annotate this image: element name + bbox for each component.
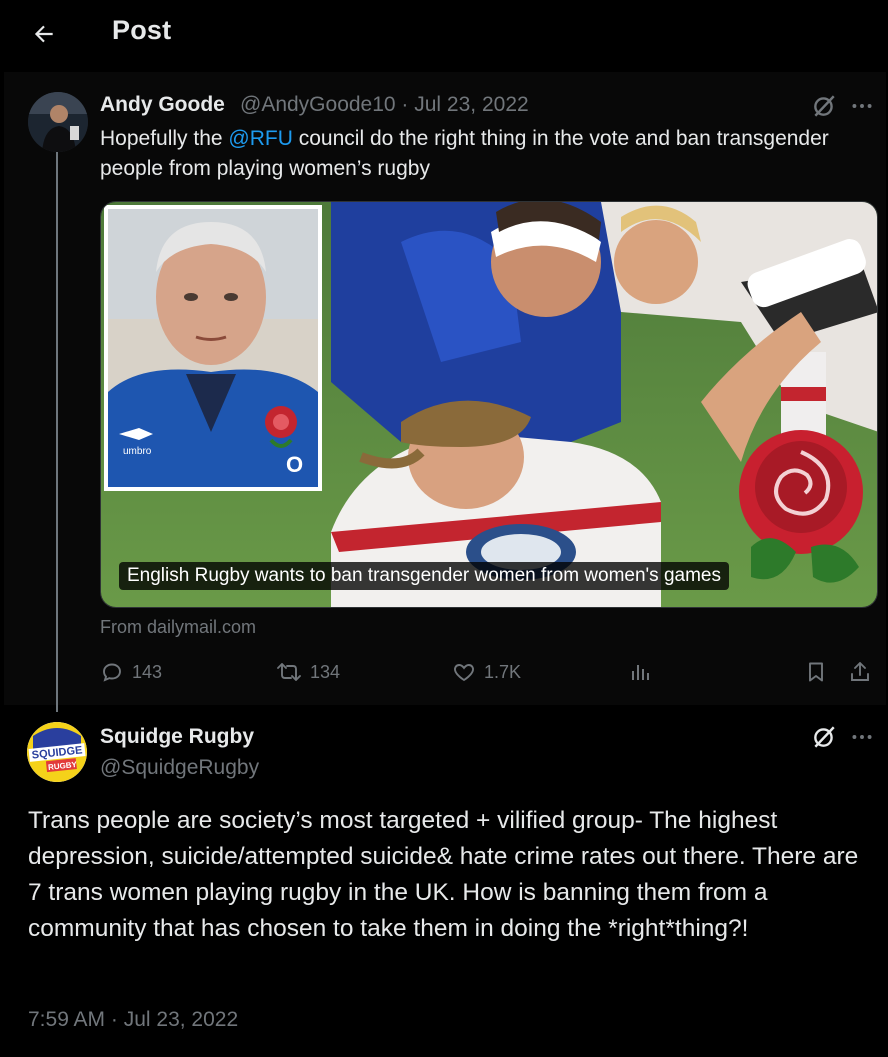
card-source[interactable]: From dailymail.com xyxy=(100,617,256,638)
share-icon xyxy=(851,662,869,681)
link-card[interactable]: umbro O xyxy=(100,201,878,608)
squidge-logo: SQUIDGE RUGBY xyxy=(27,722,87,782)
back-button[interactable] xyxy=(26,16,62,52)
grok-button[interactable] xyxy=(810,92,838,120)
reply-count: 143 xyxy=(132,661,163,682)
avatar-image xyxy=(28,92,88,152)
tweet-timestamp[interactable]: 7:59 AM · Jul 23, 2022 xyxy=(28,1008,238,1032)
like-button[interactable]: 1.7K xyxy=(452,655,521,689)
card-caption: English Rugby wants to ban transgender w… xyxy=(119,562,729,590)
bookmark-icon xyxy=(809,662,823,682)
action-bar: 143 134 1.7K xyxy=(100,655,878,689)
parent-tweet-text: Hopefully the @RFU council do the right … xyxy=(100,124,840,184)
bookmark-button[interactable] xyxy=(804,655,828,689)
repost-icon xyxy=(277,663,301,681)
more-options-button[interactable] xyxy=(848,92,876,120)
repost-button[interactable]: 134 xyxy=(276,655,340,689)
card-image: umbro O xyxy=(101,202,877,607)
grok-button[interactable] xyxy=(810,723,838,751)
svg-text:O: O xyxy=(286,452,303,477)
tweet-text-part: Hopefully the xyxy=(100,127,229,150)
page-title: Post xyxy=(112,15,172,45)
avatar[interactable] xyxy=(28,92,88,152)
share-button[interactable] xyxy=(848,655,872,689)
more-options-button[interactable] xyxy=(848,723,876,751)
reply-icon xyxy=(103,663,121,682)
arrow-left-icon xyxy=(34,25,53,43)
repost-count: 134 xyxy=(310,661,341,682)
author-handle[interactable]: @SquidgeRugby xyxy=(100,756,259,780)
views-chart-icon xyxy=(632,665,649,680)
like-count: 1.7K xyxy=(484,661,522,682)
grok-icon xyxy=(814,95,835,117)
author-handle-date[interactable]: @AndyGoode10 · Jul 23, 2022 xyxy=(240,93,529,117)
grok-icon xyxy=(814,726,835,748)
author-name[interactable]: Andy Goode xyxy=(100,93,225,117)
more-icon xyxy=(852,104,872,108)
views-button[interactable] xyxy=(628,655,652,689)
page-header: Post xyxy=(0,0,888,70)
author-name[interactable]: Squidge Rugby xyxy=(100,725,254,749)
avatar[interactable]: SQUIDGE RUGBY xyxy=(27,722,87,782)
heart-icon xyxy=(454,664,474,682)
svg-text:umbro: umbro xyxy=(123,446,152,457)
mention-link[interactable]: @RFU xyxy=(228,127,292,150)
reply-button[interactable]: 143 xyxy=(100,655,162,689)
thread-connector-line xyxy=(56,152,58,712)
post-page: Post Andy Goode @AndyGoode10 · Jul 23, 2… xyxy=(0,0,888,1057)
more-icon xyxy=(852,735,872,739)
main-tweet-text: Trans people are society’s most targeted… xyxy=(28,807,859,942)
